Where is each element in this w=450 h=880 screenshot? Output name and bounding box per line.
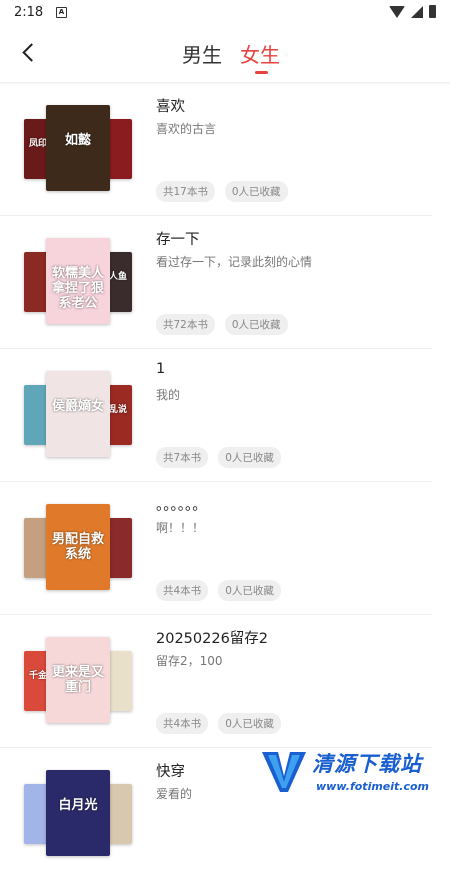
status-icons xyxy=(389,5,436,18)
booklist-title: 20250226留存2 xyxy=(156,631,269,647)
book-cover-title: 更来是又重门 xyxy=(51,665,104,695)
booklist-tags: 共4本书 0人已收藏 xyxy=(156,713,281,734)
book-cover: 男配自救系统 xyxy=(46,504,110,590)
booklist-tags: 共72本书 0人已收藏 xyxy=(156,314,288,335)
book-cover: 侯爵嫡女 xyxy=(46,371,110,457)
back-arrow-icon[interactable] xyxy=(18,38,42,66)
booklist-item[interactable]: 凤印 如懿 喜欢 喜欢的古言 共17本书 0人已收藏 xyxy=(0,83,432,216)
tab-male[interactable]: 男生 xyxy=(182,39,222,68)
booklist-desc: 我的 xyxy=(156,388,181,402)
cover-stack: 白月光 xyxy=(24,768,134,863)
cover-stack: 凤印 如懿 xyxy=(24,103,134,198)
booklist-desc: 爱看的 xyxy=(156,787,193,801)
book-count-badge: 共7本书 xyxy=(156,447,209,468)
book-cover: 如懿 xyxy=(46,105,110,191)
saved-count-badge: 0人已收藏 xyxy=(224,181,288,202)
saved-count-badge: 0人已收藏 xyxy=(218,713,281,734)
signal-icon xyxy=(411,5,423,18)
battery-icon xyxy=(429,5,436,18)
notification-icon: A xyxy=(56,7,67,18)
book-cover-title: 白月光 xyxy=(58,798,98,813)
booklist-title: 1 xyxy=(156,361,166,377)
booklist-item[interactable]: 男配自救系统 。。。。。。 啊！！！ 共4本书 0人已收藏 xyxy=(0,482,432,615)
watermark-url: www.fotimeit.com xyxy=(316,780,430,793)
booklist-title: 。。。。。。 xyxy=(156,498,207,514)
book-cover: 更来是又重门 xyxy=(46,637,110,723)
book-count-badge: 共17本书 xyxy=(156,181,215,202)
saved-count-badge: 0人已收藏 xyxy=(218,580,281,601)
booklist-tags: 共4本书 0人已收藏 xyxy=(156,580,281,601)
watermark: 清源下载站 www.fotimeit.com xyxy=(260,742,450,800)
booklist-desc: 啊！！！ xyxy=(156,521,205,535)
booklist-tags: 共7本书 0人已收藏 xyxy=(156,447,281,468)
booklist-item[interactable]: 软糯美人拿捏了狠系老公 人鱼 存一下 看过存一下，记录此刻的心情 共72本书 0人… xyxy=(0,216,432,349)
booklist-title: 存一下 xyxy=(156,232,200,248)
cover-stack: 男配自救系统 xyxy=(24,502,134,597)
booklist-desc: 看过存一下，记录此刻的心情 xyxy=(156,255,313,269)
watermark-logo-icon xyxy=(262,752,306,792)
status-bar: 2:18 A xyxy=(0,0,450,26)
booklist-desc: 喜欢的古言 xyxy=(156,122,217,136)
booklist-tags: 共17本书 0人已收藏 xyxy=(156,181,288,202)
saved-count-badge: 0人已收藏 xyxy=(224,314,288,335)
top-bar: 男生 女生 xyxy=(0,26,450,83)
status-time: 2:18 xyxy=(14,5,44,20)
saved-count-badge: 0人已收藏 xyxy=(218,447,281,468)
watermark-text: 清源下载站 xyxy=(312,752,422,776)
booklist-title: 喜欢 xyxy=(156,99,185,115)
book-cover-title: 男配自救系统 xyxy=(51,532,104,562)
wifi-icon xyxy=(389,5,405,18)
cover-stack: 千金 更来是又重门 xyxy=(24,635,134,730)
book-cover-title: 如懿 xyxy=(64,133,91,148)
book-count-badge: 共72本书 xyxy=(156,314,215,335)
tab-female[interactable]: 女生 xyxy=(240,39,280,68)
booklist-title: 快穿 xyxy=(156,764,185,780)
book-cover-title: 软糯美人拿捏了狠系老公 xyxy=(51,266,104,311)
booklist-item[interactable]: 千金 更来是又重门 20250226留存2 留存2，100 共4本书 0人已收藏 xyxy=(0,615,432,748)
active-tab-indicator xyxy=(255,71,268,74)
book-count-badge: 共4本书 xyxy=(156,580,209,601)
book-cover: 软糯美人拿捏了狠系老公 xyxy=(46,238,110,324)
cover-stack: 侯爵嫡女 乱说 xyxy=(24,369,134,464)
cover-stack: 软糯美人拿捏了狠系老公 人鱼 xyxy=(24,236,134,331)
book-cover-title: 侯爵嫡女 xyxy=(51,399,104,414)
booklist-item[interactable]: 侯爵嫡女 乱说 1 我的 共7本书 0人已收藏 xyxy=(0,349,432,482)
book-cover: 白月光 xyxy=(46,770,110,856)
booklist-desc: 留存2，100 xyxy=(156,654,223,668)
book-count-badge: 共4本书 xyxy=(156,713,209,734)
